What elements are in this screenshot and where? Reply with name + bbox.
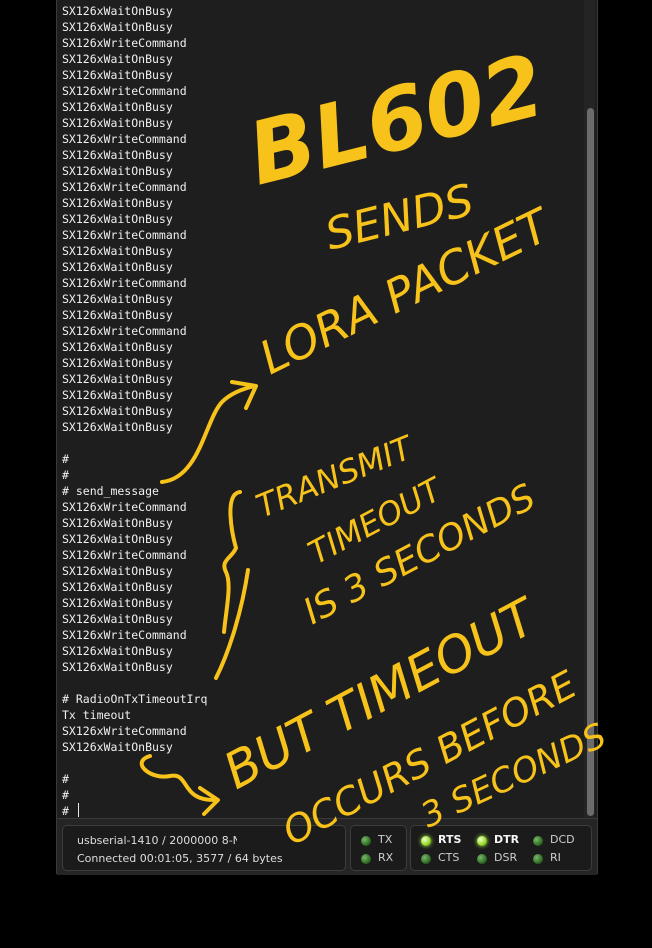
terminal-line: SX126xWriteCommand	[62, 276, 187, 290]
terminal-line: SX126xWriteCommand	[62, 548, 187, 562]
terminal-line: SX126xWaitOnBusy	[62, 660, 173, 674]
tx-label: TX	[378, 833, 393, 846]
terminal-line: SX126xWaitOnBusy	[62, 404, 173, 418]
tx-rx-indicator-panel: TX RX	[350, 825, 407, 871]
terminal-line: SX126xWaitOnBusy	[62, 308, 173, 322]
rts-led-icon[interactable]	[421, 836, 431, 846]
terminal-line: SX126xWaitOnBusy	[62, 68, 173, 82]
terminal-line: #	[62, 452, 69, 466]
ri-label: RI	[550, 851, 561, 864]
dcd-label: DCD	[550, 833, 575, 846]
terminal-line: # send_message	[62, 484, 159, 498]
terminal-line: SX126xWriteCommand	[62, 84, 187, 98]
port-info-text: usbserial-1410 / 2000000 8-N	[77, 834, 237, 847]
terminal-line: SX126xWaitOnBusy	[62, 388, 173, 402]
terminal-line: SX126xWaitOnBusy	[62, 212, 173, 226]
terminal-line: SX126xWaitOnBusy	[62, 580, 173, 594]
scrollbar-thumb[interactable]	[587, 108, 594, 816]
terminal-line: SX126xWriteCommand	[62, 324, 187, 338]
rx-label: RX	[378, 851, 394, 864]
connection-status-panel: usbserial-1410 / 2000000 8-N Connected 0…	[62, 825, 346, 871]
serial-terminal-window: SX126xWaitOnBusy SX126xWaitOnBusy SX126xWr…	[56, 0, 598, 875]
terminal-line: SX126xWaitOnBusy	[62, 612, 173, 626]
terminal-line: SX126xWaitOnBusy	[62, 644, 173, 658]
dcd-led-icon	[533, 836, 543, 846]
terminal-line: #	[62, 803, 79, 818]
ri-led-icon	[533, 854, 543, 864]
terminal-line: SX126xWriteCommand	[62, 228, 187, 242]
terminal-line: SX126xWriteCommand	[62, 628, 187, 642]
terminal-line: SX126xWaitOnBusy	[62, 532, 173, 546]
rx-led-icon	[361, 854, 371, 864]
terminal-line: SX126xWaitOnBusy	[62, 196, 173, 210]
terminal-line: SX126xWriteCommand	[62, 724, 187, 738]
terminal-line: Tx timeout	[62, 708, 132, 722]
terminal-line: SX126xWaitOnBusy	[62, 356, 173, 370]
terminal-line: SX126xWaitOnBusy	[62, 116, 173, 130]
terminal-line: SX126xWaitOnBusy	[62, 4, 173, 18]
status-bar: usbserial-1410 / 2000000 8-N Connected 0…	[57, 818, 597, 875]
terminal-line: SX126xWaitOnBusy	[62, 564, 173, 578]
terminal-line: # RadioOnTxTimeoutIrq	[62, 692, 208, 706]
terminal-line: #	[62, 788, 69, 802]
terminal-line: SX126xWaitOnBusy	[62, 372, 173, 386]
terminal-line: #	[62, 772, 69, 786]
terminal-line: #	[62, 468, 69, 482]
terminal-line: SX126xWaitOnBusy	[62, 52, 173, 66]
terminal-line: SX126xWaitOnBusy	[62, 596, 173, 610]
terminal-line: SX126xWaitOnBusy	[62, 420, 173, 434]
connection-status-text: Connected 00:01:05, 3577 / 64 bytes	[77, 852, 283, 865]
terminal-line: SX126xWriteCommand	[62, 36, 187, 50]
cts-led-icon	[421, 854, 431, 864]
terminal-line: SX126xWriteCommand	[62, 500, 187, 514]
dtr-led-icon[interactable]	[477, 836, 487, 846]
tx-led-icon	[361, 836, 371, 846]
terminal-line: SX126xWaitOnBusy	[62, 340, 173, 354]
terminal-line: SX126xWaitOnBusy	[62, 164, 173, 178]
dtr-label: DTR	[494, 833, 520, 846]
terminal-line: SX126xWaitOnBusy	[62, 516, 173, 530]
terminal-line: SX126xWriteCommand	[62, 132, 187, 146]
terminal-line: SX126xWaitOnBusy	[62, 20, 173, 34]
terminal-line: SX126xWaitOnBusy	[62, 292, 173, 306]
cts-label: CTS	[438, 851, 460, 864]
rts-label: RTS	[438, 833, 462, 846]
terminal-line: SX126xWaitOnBusy	[62, 148, 173, 162]
terminal-line: SX126xWaitOnBusy	[62, 244, 173, 258]
text-cursor	[77, 803, 79, 817]
dsr-label: DSR	[494, 851, 518, 864]
terminal-line: SX126xWaitOnBusy	[62, 740, 173, 754]
terminal-output[interactable]: SX126xWaitOnBusy SX126xWaitOnBusy SX126xWr…	[57, 0, 581, 818]
dsr-led-icon	[477, 854, 487, 864]
terminal-line: SX126xWaitOnBusy	[62, 100, 173, 114]
control-lines-panel: RTS CTS DTR DSR DCD RI	[410, 825, 592, 871]
terminal-line: SX126xWaitOnBusy	[62, 260, 173, 274]
terminal-line: SX126xWriteCommand	[62, 180, 187, 194]
